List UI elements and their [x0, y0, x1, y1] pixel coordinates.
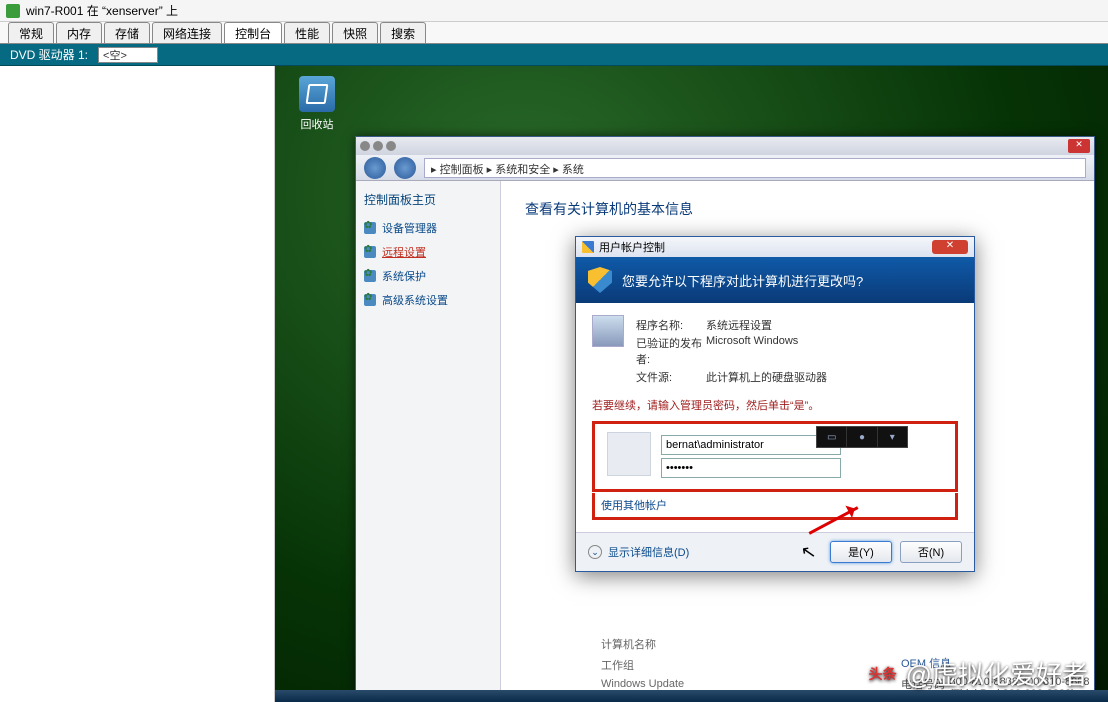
dvd-bar: DVD 驱动器 1: <空> — [0, 44, 1108, 66]
recycle-bin-label: 回收站 — [293, 116, 341, 132]
xen-tabs: 常规内存存储网络连接控制台性能快照搜索 — [0, 22, 1108, 44]
recycle-bin[interactable]: 回收站 — [293, 76, 341, 132]
tab-3[interactable]: 网络连接 — [152, 22, 222, 43]
sidebar-item-2[interactable]: 系统保护 — [364, 268, 492, 284]
tab-6[interactable]: 快照 — [332, 22, 378, 43]
username-field[interactable] — [661, 435, 841, 455]
uac-program-info: 程序名称:系统远程设置 已验证的发布者:Microsoft Windows 文件… — [592, 315, 958, 387]
yes-button[interactable]: 是(Y) — [830, 541, 892, 563]
uac-header: 您要允许以下程序对此计算机进行更改吗? — [576, 257, 974, 303]
other-account-link[interactable]: 使用其他帐户 — [601, 500, 667, 512]
cp-nav: ▸ 控制面板 ▸ 系统和安全 ▸ 系统 — [356, 155, 1094, 181]
gear-icon — [364, 222, 376, 234]
password-field[interactable] — [661, 458, 841, 478]
avatar — [607, 432, 651, 476]
no-button[interactable]: 否(N) — [900, 541, 962, 563]
uac-titlebar[interactable]: 用户帐户控制 ✕ — [576, 237, 974, 257]
nav-fwd-icon[interactable] — [394, 157, 416, 179]
dvd-label: DVD 驱动器 1: — [10, 46, 88, 63]
gear-icon — [364, 270, 376, 282]
guest-desktop[interactable]: lenovo lenovo 回收站 ▭ ● ▾ ✕ ▸ 控制面板 ▸ 系统和安全… — [275, 66, 1108, 702]
sidebar-item-3[interactable]: 高级系统设置 — [364, 292, 492, 308]
cursor-icon: ↖ — [799, 540, 818, 563]
shield-icon — [582, 241, 594, 253]
program-icon — [592, 315, 624, 347]
tab-4[interactable]: 控制台 — [224, 22, 282, 43]
gear-icon — [364, 246, 376, 258]
cp-side-header[interactable]: 控制面板主页 — [364, 191, 492, 208]
link-item[interactable]: 计算机名称 — [601, 636, 721, 652]
close-icon: ✕ — [1068, 139, 1090, 153]
breadcrumb[interactable]: ▸ 控制面板 ▸ 系统和安全 ▸ 系统 — [424, 158, 1086, 178]
link-item[interactable]: Windows Update — [601, 678, 721, 690]
credentials-link-box: 使用其他帐户 — [592, 493, 958, 520]
sidebar-item-0[interactable]: 设备管理器 — [364, 220, 492, 236]
uac-title-text: 用户帐户控制 — [599, 239, 665, 255]
page-title: 查看有关计算机的基本信息 — [525, 199, 1070, 219]
window-controls[interactable]: ✕ — [1068, 139, 1090, 153]
media-play-icon[interactable]: ● — [847, 427, 877, 447]
cp-titlebar[interactable]: ✕ — [356, 137, 1094, 155]
uac-prompt: 若要继续，请输入管理员密码，然后单击“是”。 — [592, 397, 958, 413]
show-details[interactable]: ⌄ 显示详细信息(D) — [588, 544, 689, 560]
close-icon[interactable]: ✕ — [932, 240, 968, 254]
watermark-handle: @虚拟化爱好者 — [906, 655, 1088, 692]
tab-5[interactable]: 性能 — [284, 22, 330, 43]
dvd-select[interactable]: <空> — [98, 47, 158, 63]
media-more-icon[interactable]: ▾ — [878, 427, 907, 447]
recycle-bin-icon — [299, 76, 335, 112]
xen-title-text: win7-R001 在 “xenserver” 上 — [26, 2, 178, 19]
uac-dialog: 用户帐户控制 ✕ 您要允许以下程序对此计算机进行更改吗? 程序名称:系统远程设置… — [575, 236, 975, 572]
uac-footer: ⌄ 显示详细信息(D) ↖ 是(Y) 否(N) — [576, 532, 974, 571]
link-item[interactable]: 工作组 — [601, 657, 721, 673]
shield-icon — [588, 267, 612, 293]
cp-title-left — [360, 141, 396, 151]
uac-question: 您要允许以下程序对此计算机进行更改吗? — [622, 271, 863, 290]
gear-icon — [364, 294, 376, 306]
sidebar-item-1[interactable]: 远程设置 — [364, 244, 492, 260]
nav-back-icon[interactable] — [364, 157, 386, 179]
tab-0[interactable]: 常规 — [8, 22, 54, 43]
cp-sidebar: 控制面板主页 设备管理器远程设置系统保护高级系统设置 — [356, 181, 501, 695]
xen-titlebar: win7-R001 在 “xenserver” 上 — [0, 0, 1108, 22]
toutiao-icon: 头条 — [868, 659, 898, 689]
tab-2[interactable]: 存储 — [104, 22, 150, 43]
media-toolbar[interactable]: ▭ ● ▾ — [816, 426, 908, 448]
xen-icon — [6, 4, 20, 18]
chevron-down-icon: ⌄ — [588, 545, 602, 559]
tab-1[interactable]: 内存 — [56, 22, 102, 43]
watermark: 头条 @虚拟化爱好者 — [868, 655, 1088, 692]
left-blank-panel — [0, 66, 275, 702]
media-screen-icon[interactable]: ▭ — [817, 427, 847, 447]
tab-7[interactable]: 搜索 — [380, 22, 426, 43]
